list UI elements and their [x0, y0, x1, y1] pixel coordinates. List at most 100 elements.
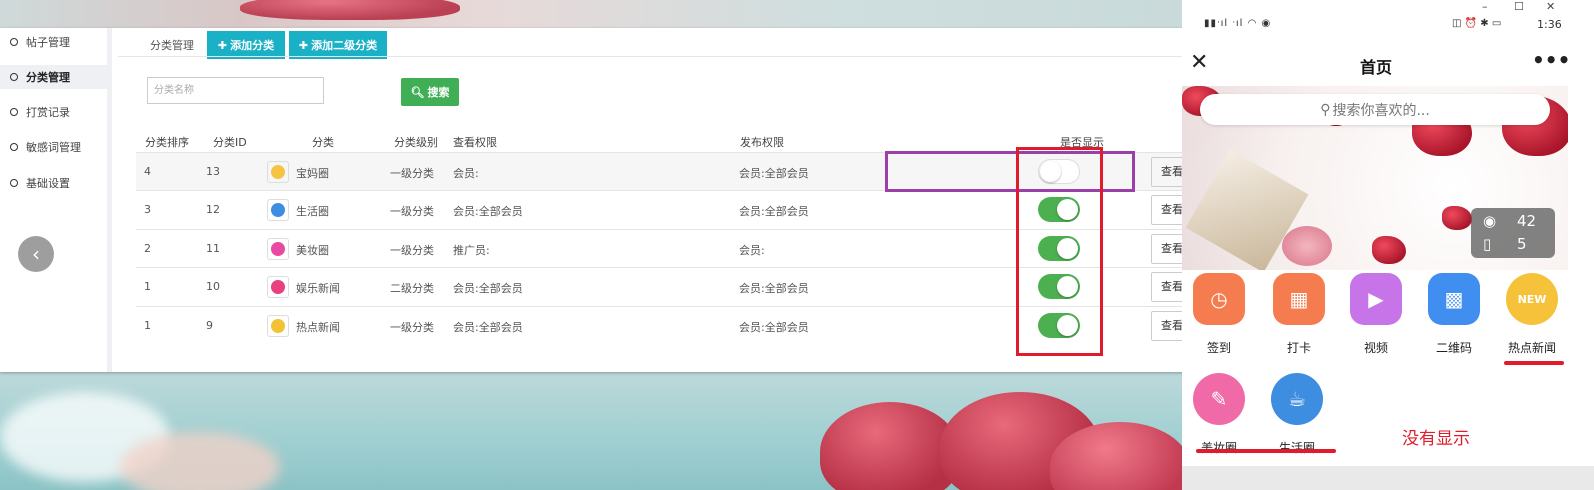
header-id: 分类ID	[213, 136, 247, 149]
sidebar-item-rewards[interactable]: 打赏记录	[0, 100, 112, 124]
circle-icon	[10, 38, 18, 46]
signal-icon: ▮▮ᐧıl ᐧıl ◠ ◉	[1204, 18, 1272, 29]
circle-icon	[10, 73, 18, 81]
circle-icon	[10, 143, 18, 151]
cell-view-permission: 会员:全部会员	[453, 282, 523, 295]
minimize-icon[interactable]: –	[1482, 0, 1488, 13]
button-label: 添加二级分类	[311, 39, 378, 52]
grid-item-label: 生活圈	[1278, 441, 1315, 455]
sidebar-item-label: 基础设置	[26, 177, 70, 190]
posts-count: 5	[1517, 235, 1527, 253]
grid-item-3[interactable]: ▩ 二维码	[1417, 273, 1491, 356]
grid-item-label: 签到	[1206, 341, 1231, 355]
close-window-icon[interactable]: ✕	[1546, 0, 1555, 13]
qrcode-icon: ▩	[1428, 273, 1480, 325]
grid-item-label: 美妆圈	[1200, 441, 1237, 455]
category-icon	[267, 199, 289, 221]
views-count: 42	[1517, 212, 1537, 230]
category-icon	[267, 161, 289, 183]
petal-decoration	[240, 0, 460, 20]
grid-item-5[interactable]: ✎ 美妆圈	[1182, 373, 1256, 456]
cell-level: 一级分类	[390, 321, 434, 334]
cell-publish-permission: 会员:	[739, 244, 765, 257]
new-badge-icon: NEW	[1506, 273, 1558, 325]
grid-item-4[interactable]: NEW 热点新闻	[1495, 273, 1569, 356]
tabs-divider	[118, 56, 1200, 57]
annotation-not-shown: 没有显示	[1402, 429, 1470, 449]
cell-order: 3	[144, 203, 151, 216]
cell-level: 一级分类	[390, 244, 434, 257]
cell-level: 一级分类	[390, 167, 434, 180]
cell-category-name: 生活圈	[296, 205, 329, 218]
cell-order: 2	[144, 242, 151, 255]
button-label: 搜索	[427, 86, 450, 99]
grid-item-0[interactable]: ◷ 签到	[1182, 273, 1256, 356]
sidebar-item-settings[interactable]: 基础设置	[0, 171, 112, 195]
makeup-icon: ✎	[1193, 373, 1245, 425]
sidebar-item-label: 敏感词管理	[26, 141, 81, 154]
category-icon	[267, 238, 289, 260]
stats-box: ◉ 42 ▯ 5	[1471, 208, 1555, 258]
plus-icon: ✚	[217, 38, 228, 52]
back-button[interactable]: ‹	[18, 236, 54, 272]
window-controls: – ☐ ✕	[1470, 0, 1594, 16]
cell-view-permission: 会员:全部会员	[453, 205, 523, 218]
header-view-permission: 查看权限	[453, 136, 497, 149]
cell-view-permission: 会员:全部会员	[453, 321, 523, 334]
search-icon: ⚲	[1320, 101, 1331, 118]
video-camera-icon: ▶	[1350, 273, 1402, 325]
calendar-check-icon: ▦	[1273, 273, 1325, 325]
eye-icon: ◉	[1483, 212, 1497, 230]
cell-id: 10	[206, 280, 220, 293]
desktop-wallpaper-bottom	[0, 372, 1200, 490]
category-icon	[267, 315, 289, 337]
desktop-wallpaper-top	[0, 0, 1200, 28]
cell-view-permission: 会员:	[453, 167, 479, 180]
cell-publish-permission: 会员:全部会员	[739, 321, 809, 334]
close-icon[interactable]: ✕	[1190, 50, 1208, 75]
sidebar: 帖子管理 分类管理 打赏记录 敏感词管理 基础设置 ‹	[0, 28, 112, 372]
grid-item-6[interactable]: ☕ 生活圈	[1260, 373, 1334, 456]
sidebar-item-posts[interactable]: 帖子管理	[0, 30, 112, 54]
clock-icon: ◷	[1193, 273, 1245, 325]
cell-id: 9	[206, 319, 213, 332]
cell-category-name: 宝妈圈	[296, 167, 329, 180]
search-button[interactable]: 🔍︎ 搜索	[401, 78, 459, 106]
phone-bottom-strip	[1182, 466, 1594, 490]
plus-icon: ✚	[298, 38, 309, 52]
tab-category-management[interactable]: 分类管理	[150, 37, 194, 53]
maximize-icon[interactable]: ☐	[1514, 0, 1524, 13]
cup-icon: ☕	[1271, 373, 1323, 425]
search-bar[interactable]: ⚲ 搜索你喜欢的...	[1200, 94, 1550, 125]
add-category-button[interactable]: ✚ 添加分类	[207, 31, 285, 59]
cell-publish-permission: 会员:全部会员	[739, 167, 809, 180]
category-icon	[267, 276, 289, 298]
cell-id: 12	[206, 203, 220, 216]
grid-item-label: 打卡	[1286, 341, 1311, 355]
cell-category-name: 热点新闻	[296, 321, 340, 334]
sidebar-item-label: 帖子管理	[26, 36, 70, 49]
cell-id: 11	[206, 242, 220, 255]
grid-item-1[interactable]: ▦ 打卡	[1262, 273, 1336, 356]
cell-id: 13	[206, 165, 220, 178]
search-input[interactable]: 分类名称	[147, 77, 324, 104]
circle-icon	[10, 179, 18, 187]
cell-level: 二级分类	[390, 282, 434, 295]
more-dots-icon[interactable]: •••	[1532, 48, 1570, 72]
cell-category-name: 娱乐新闻	[296, 282, 340, 295]
cell-order: 1	[144, 280, 151, 293]
phone-screen: ▮▮ᐧıl ᐧıl ◠ ◉ ◫ ⏰ ✱ ▭ 1:36 ✕ 首页 ••• ⚲ 搜索你…	[1182, 0, 1594, 490]
button-label: 添加分类	[230, 39, 275, 52]
add-subcategory-button[interactable]: ✚ 添加二级分类	[289, 31, 387, 59]
grid-item-label: 视频	[1363, 341, 1388, 355]
chevron-left-icon: ‹	[32, 242, 40, 266]
search-placeholder: 搜索你喜欢的...	[1332, 102, 1430, 119]
red-underline	[1504, 361, 1564, 365]
sidebar-item-categories[interactable]: 分类管理	[0, 65, 112, 89]
grid-item-2[interactable]: ▶ 视频	[1339, 273, 1413, 356]
header-order: 分类排序	[145, 136, 189, 149]
status-time: 1:36	[1537, 18, 1562, 31]
search-icon: 🔍︎	[410, 85, 425, 99]
red-underline	[1196, 449, 1336, 453]
sidebar-item-sensitive-words[interactable]: 敏感词管理	[0, 135, 112, 159]
